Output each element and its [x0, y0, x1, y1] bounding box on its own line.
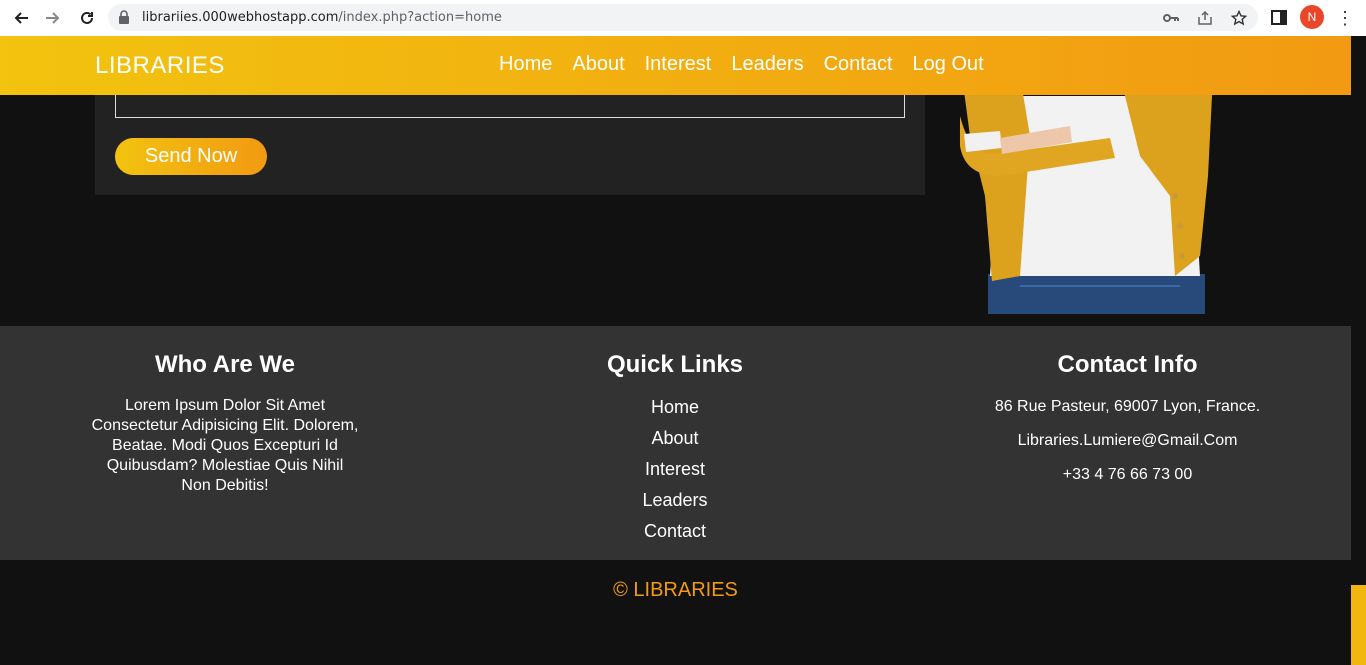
- url-path: /index.php?action=home: [338, 10, 502, 25]
- nav-logout[interactable]: Log Out: [913, 53, 984, 76]
- footer-link-interest[interactable]: Interest: [540, 454, 810, 485]
- contact-address: 86 Rue Pasteur, 69007 Lyon, France.: [994, 398, 1261, 415]
- lock-icon: [118, 10, 132, 24]
- contact-email[interactable]: Libraries.Lumiere@Gmail.Com: [965, 431, 1290, 451]
- side-panel-icon[interactable]: [1271, 10, 1287, 25]
- site-header: LIBRARIES Home About Interest Leaders Co…: [0, 36, 1351, 95]
- back-arrow-icon[interactable]: [10, 7, 32, 29]
- footer-link-contact[interactable]: Contact: [540, 516, 810, 547]
- contact-phone[interactable]: +33 4 76 66 73 00: [965, 465, 1290, 485]
- contact-photo: [960, 76, 1215, 314]
- footer-link-about[interactable]: About: [540, 423, 810, 454]
- forward-arrow-icon[interactable]: [42, 7, 64, 29]
- key-icon[interactable]: [1162, 9, 1180, 27]
- who-are-we-section: Who Are We Lorem Ipsum Dolor Sit Amet Co…: [90, 326, 360, 496]
- scrollbar-thumb[interactable]: [1351, 585, 1366, 665]
- contact-info-title: Contact Info: [1057, 351, 1198, 378]
- browser-toolbar: librariies.000webhostapp.com/index.php?a…: [0, 0, 1366, 36]
- url-text: librariies.000webhostapp.com/index.php?a…: [142, 10, 502, 25]
- who-are-we-title: Who Are We: [154, 351, 295, 378]
- share-icon[interactable]: [1196, 9, 1214, 27]
- nav-about[interactable]: About: [572, 53, 624, 76]
- nav-leaders[interactable]: Leaders: [731, 53, 803, 76]
- profile-avatar[interactable]: N: [1300, 5, 1324, 29]
- footer-link-home[interactable]: Home: [540, 392, 810, 423]
- contact-info-section: Contact Info 86 Rue Pasteur, 69007 Lyon,…: [965, 326, 1290, 485]
- nav-contact[interactable]: Contact: [824, 53, 893, 76]
- star-icon[interactable]: [1230, 9, 1248, 27]
- site-footer: Who Are We Lorem Ipsum Dolor Sit Amet Co…: [0, 326, 1351, 560]
- main-nav: Home About Interest Leaders Contact Log …: [499, 53, 984, 76]
- url-host: librariies.000webhostapp.com: [142, 10, 339, 25]
- send-now-button[interactable]: Send Now: [115, 138, 267, 175]
- address-bar[interactable]: librariies.000webhostapp.com/index.php?a…: [108, 4, 1258, 31]
- nav-home[interactable]: Home: [499, 53, 552, 76]
- who-are-we-text: Lorem Ipsum Dolor Sit Amet Consectetur A…: [91, 397, 359, 494]
- kebab-menu-icon[interactable]: ⋮: [1336, 7, 1354, 29]
- footer-link-leaders[interactable]: Leaders: [540, 485, 810, 516]
- nav-interest[interactable]: Interest: [645, 53, 712, 76]
- web-page: Send Now LIBRARIES Home About Interest L…: [0, 36, 1351, 665]
- site-logo[interactable]: LIBRARIES: [95, 52, 225, 80]
- quick-links-section: Quick Links Home About Interest Leaders …: [540, 326, 810, 547]
- page-scrollbar[interactable]: [1351, 36, 1366, 665]
- copyright: © LIBRARIES: [613, 579, 738, 601]
- reload-icon[interactable]: [76, 7, 98, 29]
- quick-links-title: Quick Links: [606, 351, 744, 378]
